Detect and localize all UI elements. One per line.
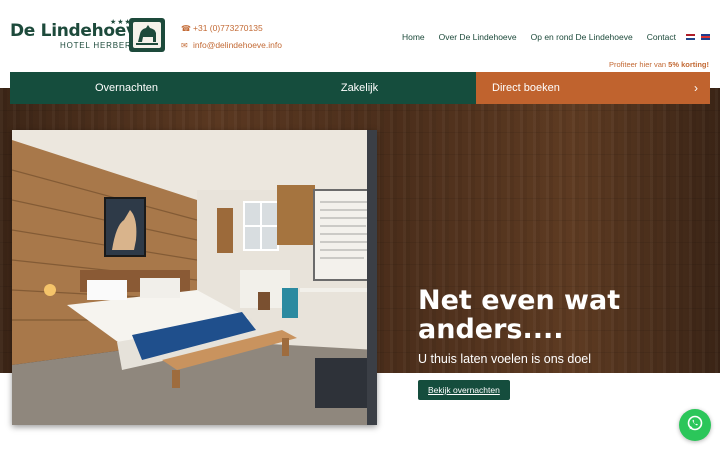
menu-zakelijk-label: Zakelijk [340,82,379,94]
hero-subtitle: U thuis laten voelen is ons doel [418,352,592,366]
phone-number: +31 (0)773270135 [193,23,263,33]
menu-overnachten-label: Overnachten [95,82,158,94]
booking-menu-bar: Overnachten Zakelijk Direct boeken › [10,72,710,104]
promo-text: Profiteer hier van [608,60,669,69]
english-flag-icon[interactable] [701,34,710,40]
hotel-room-photo [12,130,377,425]
phone-icon: ☎ [181,24,191,33]
contact-phone[interactable]: ☎ +31 (0)773270135 [181,23,263,33]
nav-home[interactable]: Home [402,32,425,42]
chevron-right-icon: › [694,81,698,95]
hero-title: Net even wat anders.... [418,285,621,345]
book-now-button[interactable]: Direct boeken › [476,72,710,104]
email-address: info@delindehoeve.info [193,40,282,50]
whatsapp-icon [686,414,704,437]
menu-zakelijk[interactable]: Zakelijk [243,72,476,104]
menu-overnachten[interactable]: Overnachten [10,72,243,104]
language-switcher [686,34,710,40]
logo[interactable]: De Lindehoeve ★★★ HOTEL HERBERG [10,18,170,58]
main-nav: Home Over De Lindehoeve Op en rond De Li… [402,32,710,42]
nav-op-en-rond[interactable]: Op en rond De Lindehoeve [531,32,633,42]
nav-over[interactable]: Over De Lindehoeve [439,32,517,42]
whatsapp-button[interactable] [679,409,711,441]
contact-email[interactable]: ✉ info@delindehoeve.info [181,40,282,50]
promo-link[interactable]: Profiteer hier van 5% korting! [609,60,709,69]
envelope-icon: ✉ [181,41,188,50]
logo-subtitle: HOTEL HERBERG [60,41,139,50]
book-now-label: Direct boeken [492,82,560,94]
promo-highlight: 5% korting! [668,60,709,69]
dutch-flag-icon[interactable] [686,34,695,40]
view-rooms-button[interactable]: Bekijk overnachten [418,380,510,400]
site-header: De Lindehoeve ★★★ HOTEL HERBERG ☎ +31 (0)… [0,0,720,72]
horse-logo-icon [129,18,165,52]
nav-contact[interactable]: Contact [647,32,676,42]
